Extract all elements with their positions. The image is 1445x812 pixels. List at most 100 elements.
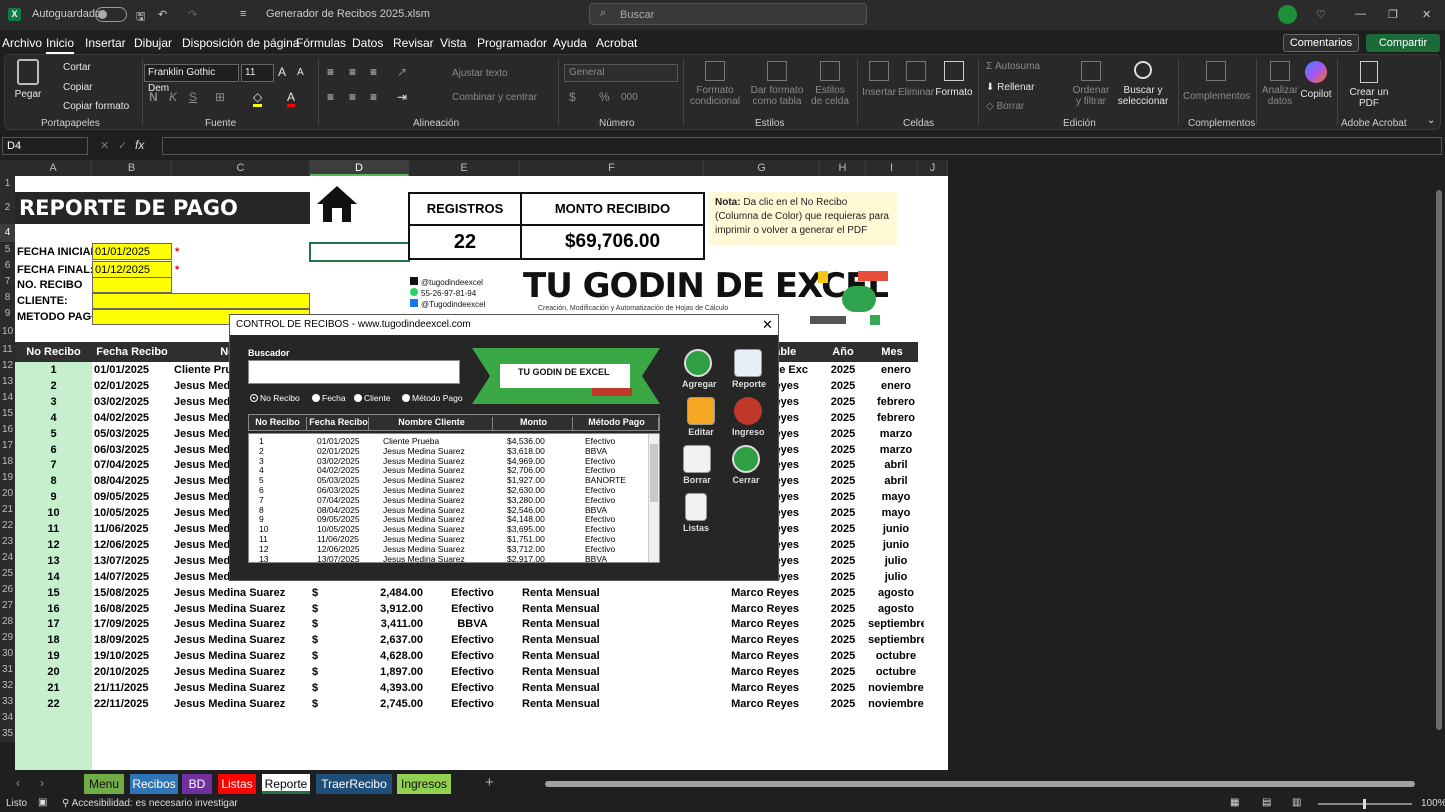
select-all-corner[interactable] [0, 160, 15, 176]
fecha-final-input[interactable]: 01/12/2025 [92, 261, 172, 278]
tab-menu[interactable]: Menu [84, 774, 124, 794]
font-color-icon[interactable]: A [287, 90, 296, 107]
row-header-21[interactable]: 21 [0, 502, 15, 518]
accessibility-status[interactable]: ⚲ Accesibilidad: es necesario investigar [62, 798, 238, 809]
row-header-14[interactable]: 14 [0, 390, 15, 406]
zoom-level[interactable]: 100% [1421, 798, 1445, 809]
font-name-select[interactable]: Franklin Gothic Dem [144, 64, 239, 94]
delete-cells-button[interactable]: Eliminar [897, 61, 935, 98]
receipt-number-link[interactable]: 3 [17, 394, 90, 410]
ingreso-button[interactable]: Ingreso [732, 397, 765, 437]
receipt-number-link[interactable]: 12 [17, 537, 90, 553]
align-right-icon[interactable]: ≡ [370, 90, 377, 104]
list-item[interactable]: 10 10/05/2025 Jesus Medina Suarez $3,695.00… [249, 524, 649, 534]
underline-button[interactable]: S [189, 90, 197, 104]
row-header-23[interactable]: 23 [0, 534, 15, 550]
list-header-cell[interactable]: No Recibo [249, 417, 307, 430]
tab-recibos[interactable]: Recibos [130, 774, 178, 794]
row-header-4[interactable]: 4 [0, 224, 15, 242]
merge-center-button[interactable]: Combinar y centrar [452, 92, 537, 103]
receipt-number-link[interactable]: 2 [17, 378, 90, 394]
minimize-icon[interactable]: — [1355, 8, 1366, 20]
listbox-scrollbar[interactable] [648, 434, 659, 562]
customize-icon[interactable]: ≡ [240, 8, 246, 20]
receipt-number-link[interactable]: 16 [17, 601, 90, 617]
undo-icon[interactable]: ↶ [158, 8, 167, 21]
normal-view-icon[interactable]: ▦ [1230, 797, 1239, 808]
receipt-number-link[interactable]: 7 [17, 457, 90, 473]
list-item[interactable]: 3 03/02/2025 Jesus Medina Suarez $4,969.00 E… [249, 456, 649, 466]
row-header-6[interactable]: 6 [0, 258, 15, 274]
function-icon[interactable]: fx [135, 138, 144, 152]
vertical-scrollbar[interactable] [1434, 176, 1445, 770]
collapse-ribbon-icon[interactable]: ⌄ [1427, 115, 1435, 126]
bold-button[interactable]: N [149, 90, 158, 104]
dialog-close-icon[interactable]: ✕ [762, 317, 773, 333]
receipt-number-link[interactable]: 11 [17, 521, 90, 537]
save-icon[interactable]: 🖫 [136, 8, 145, 27]
currency-icon[interactable]: $ [569, 90, 576, 104]
row-header-18[interactable]: 18 [0, 454, 15, 470]
column-header-a[interactable]: A [15, 160, 92, 176]
column-header-h[interactable]: H [820, 160, 866, 176]
copy-button[interactable]: Copiar [63, 82, 92, 93]
column-header-g[interactable]: G [704, 160, 820, 176]
create-pdf-button[interactable]: Crear un PDF [1347, 61, 1391, 109]
row-header-28[interactable]: 28 [0, 614, 15, 630]
menu-ayuda[interactable]: Ayuda [553, 36, 587, 50]
horizontal-scrollbar[interactable] [535, 778, 1435, 790]
radio-cliente[interactable]: Cliente [354, 393, 390, 403]
lightbulb-icon[interactable]: ♡ [1316, 8, 1326, 21]
receipt-number-link[interactable]: 15 [17, 585, 90, 601]
row-header-24[interactable]: 24 [0, 550, 15, 566]
page-layout-icon[interactable]: ▤ [1262, 797, 1271, 808]
tab-traerrecibo[interactable]: TraerRecibo [316, 774, 392, 794]
receipt-number-link[interactable]: 9 [17, 489, 90, 505]
list-header-cell[interactable]: Monto [495, 417, 573, 430]
list-item[interactable]: 8 08/04/2025 Jesus Medina Suarez $2,546.00 B… [249, 505, 649, 515]
reporte-button[interactable]: Reporte [732, 349, 766, 389]
column-header-c[interactable]: C [172, 160, 310, 176]
receipt-number-link[interactable]: 4 [17, 410, 90, 426]
tab-reporte[interactable]: Reporte [262, 774, 310, 794]
row-header-7[interactable]: 7 [0, 274, 15, 290]
cliente-input[interactable] [92, 293, 310, 309]
row-header-31[interactable]: 31 [0, 662, 15, 678]
receipt-number-link[interactable]: 20 [17, 664, 90, 680]
receipt-number-link[interactable]: 8 [17, 473, 90, 489]
align-middle-icon[interactable]: ≡ [349, 65, 356, 79]
list-item[interactable]: 9 09/05/2025 Jesus Medina Suarez $4,148.00 E… [249, 514, 649, 524]
cerrar-button[interactable]: Cerrar [730, 445, 762, 485]
list-item[interactable]: 2 02/01/2025 Jesus Medina Suarez $3,618.00 B… [249, 446, 649, 456]
number-format-select[interactable]: General [564, 64, 678, 82]
list-item[interactable]: 7 07/04/2025 Jesus Medina Suarez $3,280.00 E… [249, 495, 649, 505]
row-header-10[interactable]: 10 [0, 322, 15, 342]
conditional-format-button[interactable]: Formato condicional [689, 61, 741, 107]
row-header-11[interactable]: 11 [0, 342, 15, 358]
agregar-button[interactable]: Agregar [682, 349, 717, 389]
copilot-button[interactable]: Copilot [1299, 61, 1333, 100]
list-item[interactable]: 13 13/07/2025 Jesus Medina Suarez $2,917.00… [249, 554, 649, 562]
radio-no-recibo[interactable]: No Recibo [250, 393, 300, 403]
menu-dibujar[interactable]: Dibujar [134, 36, 172, 50]
column-header-b[interactable]: B [92, 160, 172, 176]
orientation-icon[interactable]: ↗ [397, 65, 407, 79]
editar-button[interactable]: Editar [685, 397, 717, 437]
list-item[interactable]: 4 04/02/2025 Jesus Medina Suarez $2,706.00 E… [249, 465, 649, 475]
tab-prev-icon[interactable]: ‹ [16, 776, 20, 790]
menu-insertar[interactable]: Insertar [85, 36, 126, 50]
autosum-button[interactable]: Σ Autosuma [986, 61, 1040, 72]
comments-button[interactable]: Comentarios [1283, 34, 1359, 52]
column-header-f[interactable]: F [520, 160, 704, 176]
cut-button[interactable]: Cortar [63, 62, 91, 73]
align-bottom-icon[interactable]: ≡ [370, 65, 377, 79]
list-item[interactable]: 12 12/06/2025 Jesus Medina Suarez $3,712.00… [249, 544, 649, 554]
sort-filter-button[interactable]: Ordenar y filtrar [1069, 61, 1113, 107]
column-header-j[interactable]: J [918, 160, 948, 176]
tab-listas[interactable]: Listas [218, 774, 256, 794]
paste-button[interactable]: Pegar [13, 59, 43, 100]
receipt-number-link[interactable]: 18 [17, 632, 90, 648]
align-center-icon[interactable]: ≡ [349, 90, 356, 104]
close-window-icon[interactable]: ✕ [1422, 8, 1431, 21]
row-header-5[interactable]: 5 [0, 242, 15, 258]
